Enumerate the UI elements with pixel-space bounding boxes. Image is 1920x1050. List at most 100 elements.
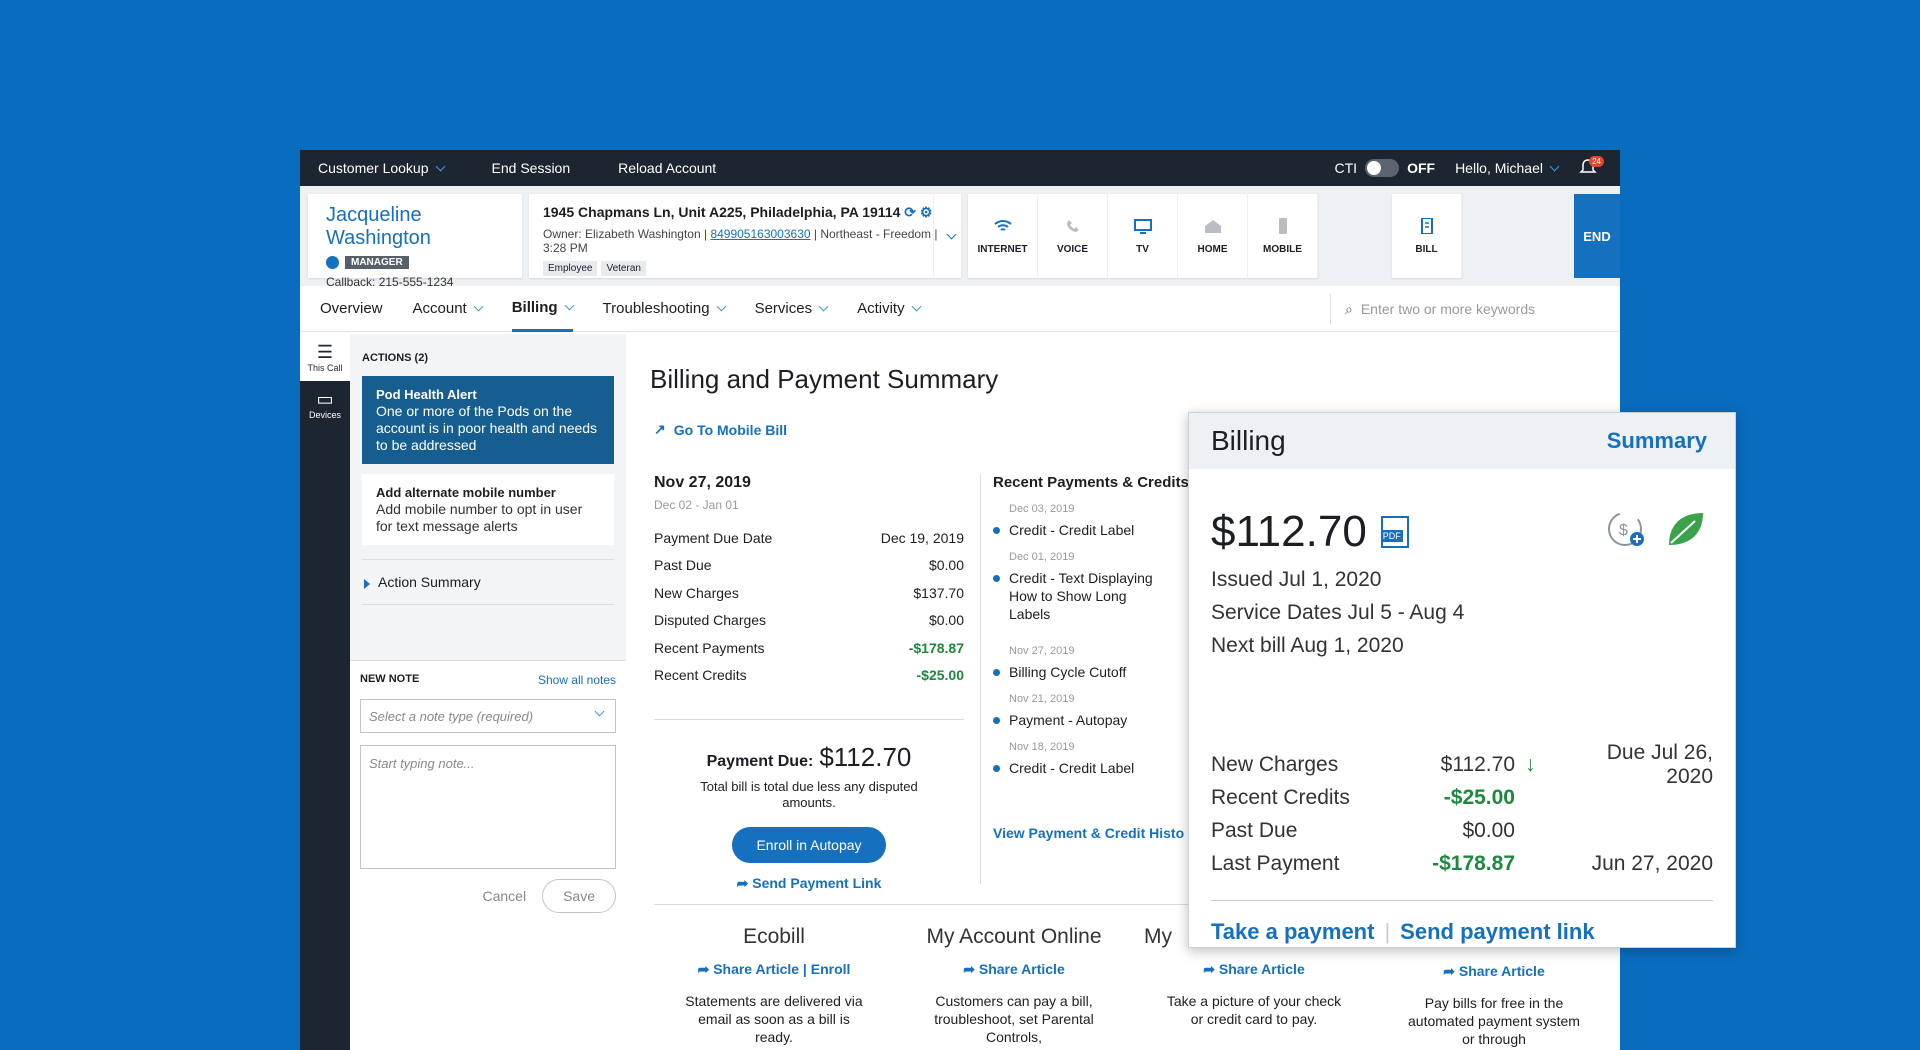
row-value: Dec 19, 2019	[880, 529, 964, 546]
tab-overview[interactable]: Overview	[320, 286, 383, 332]
table-row: Past Due $0.00	[654, 552, 964, 580]
bill-service: BILL	[1392, 194, 1462, 278]
left-rail: ☰ This Call ▭ Devices	[300, 334, 350, 1050]
mobile-bill-label: Go To Mobile Bill	[673, 421, 788, 438]
rail-devices[interactable]: ▭ Devices	[300, 381, 350, 428]
devices-icon: ▭	[316, 389, 334, 409]
tab-billing[interactable]: Billing	[511, 286, 574, 332]
refresh-icon[interactable]: ⟳	[904, 204, 916, 220]
alt-mobile-action[interactable]: Add alternate mobile number Add mobile nu…	[362, 474, 614, 545]
gear-icon[interactable]: ⚙	[920, 204, 933, 220]
address-card: 1945 Chapmans Ln, Unit A225, Philadelphi…	[529, 194, 961, 278]
service-dates: Service Dates Jul 5 - Aug 4	[1211, 601, 1465, 624]
greeting: Hello, Michael	[1455, 160, 1543, 176]
note-type-placeholder: Select a note type (required)	[369, 708, 534, 724]
share-article-link[interactable]: Share Article	[979, 961, 1065, 977]
issued-date: Issued Jul 1, 2020	[1211, 568, 1382, 591]
leaf-icon[interactable]	[1665, 509, 1705, 549]
table-row: Disputed Charges $0.00	[654, 607, 964, 635]
row-label: Recent Credits	[1211, 785, 1350, 809]
popup-footer: Take a payment | Send payment link	[1211, 900, 1713, 945]
chevron-down-icon	[564, 300, 574, 310]
row-value: -$178.87	[908, 639, 964, 656]
cancel-button[interactable]: Cancel	[482, 888, 526, 904]
cti-label: CTI	[1334, 160, 1358, 176]
pod-health-alert[interactable]: Pod Health Alert One or more of the Pods …	[362, 376, 614, 464]
tab-account[interactable]: Account	[412, 286, 484, 332]
enroll-link[interactable]: Enroll	[811, 961, 851, 977]
share-article-link[interactable]: Share Article	[1459, 963, 1545, 979]
row-label: Last Payment	[1211, 851, 1340, 875]
row-label: Past Due	[654, 557, 712, 574]
tab-label: Account	[412, 300, 467, 317]
tab-activity[interactable]: Activity	[857, 286, 922, 332]
row-label: Payment Due Date	[654, 529, 773, 546]
checklist-icon: ☰	[316, 342, 334, 362]
customer-lookup-menu[interactable]: Customer Lookup	[318, 160, 445, 176]
notification-badge: 24	[1589, 156, 1604, 167]
article-title: My Account Online	[926, 925, 1102, 948]
enroll-autopay-button[interactable]: Enroll in Autopay	[732, 827, 886, 863]
tab-label: Overview	[320, 300, 383, 317]
summary-link[interactable]: Summary	[1607, 428, 1707, 454]
row-label: New Charges	[654, 584, 739, 601]
table-row: Last Payment -$178.87 Jun 27, 2020	[1211, 847, 1713, 880]
end-session-button[interactable]: End Session	[492, 160, 571, 176]
row-value: $0.00	[928, 612, 964, 629]
chevron-down-icon	[1549, 161, 1560, 171]
share-icon: ➦	[1203, 961, 1215, 977]
expand-address-button[interactable]	[933, 194, 961, 278]
share-icon: ➦	[697, 961, 710, 977]
note-buttons: Cancel Save	[360, 879, 616, 913]
pdf-icon[interactable]: PDF	[1380, 516, 1409, 548]
article-text: Pay bills for free in the automated paym…	[1408, 995, 1580, 1047]
share-article-link[interactable]: Share Article	[1219, 961, 1305, 977]
service-mobile[interactable]: MOBILE	[1248, 194, 1318, 278]
save-button[interactable]: Save	[542, 879, 616, 913]
services-bar: INTERNET VOICE TV HOME MOBILE	[968, 194, 1318, 278]
autopay-icon[interactable]: $	[1605, 509, 1647, 549]
view-history-link[interactable]: View Payment & Credit Histo	[993, 825, 1220, 841]
note-textarea[interactable]: Start typing note...	[360, 745, 616, 869]
cti-toggle[interactable]	[1365, 159, 1400, 177]
alt-title: Add alternate mobile number	[376, 485, 556, 500]
take-payment-link[interactable]: Take a payment	[1211, 919, 1374, 944]
reload-account-button[interactable]: Reload Account	[618, 160, 716, 176]
row-value: $137.70	[913, 584, 964, 601]
tab-troubleshooting[interactable]: Troubleshooting	[603, 286, 727, 332]
show-all-notes-link[interactable]: Show all notes	[538, 673, 616, 687]
end-button[interactable]: END	[1574, 194, 1620, 278]
tab-services[interactable]: Services	[755, 286, 829, 332]
share-article-link[interactable]: Share Article	[713, 961, 799, 977]
tab-label: Billing	[511, 298, 558, 316]
tab-label: Activity	[857, 300, 905, 317]
note-type-select[interactable]: Select a note type (required)	[360, 699, 616, 733]
popup-info: Issued Jul 1, 2020 Service Dates Jul 5 -…	[1211, 563, 1735, 662]
payment-due-block: Payment Due: $112.70 Total bill is total …	[654, 719, 964, 892]
bell-icon[interactable]: 24	[1578, 156, 1604, 178]
rail-this-call[interactable]: ☰ This Call	[300, 334, 350, 381]
last-payment-date: Jun 27, 2020	[1591, 851, 1713, 875]
customer-name[interactable]: Jacqueline Washington	[326, 204, 522, 250]
table-row: Payment Due Date Dec 19, 2019	[654, 524, 964, 552]
search-input[interactable]: ⌕ Enter two or more keywords	[1330, 294, 1620, 324]
send-payment-link[interactable]: ➦ Send Payment Link	[654, 875, 964, 892]
service-label: INTERNET	[977, 243, 1028, 255]
send-payment-link[interactable]: Send payment link	[1400, 919, 1594, 944]
main-tabs: Overview Account Billing Troubleshooting…	[300, 286, 1620, 332]
user-menu[interactable]: Hello, Michael	[1455, 160, 1560, 176]
service-home[interactable]: HOME	[1178, 194, 1248, 278]
service-voice[interactable]: VOICE	[1038, 194, 1108, 278]
row-value: -$25.00	[1443, 785, 1515, 809]
arrow-down-icon: ↓	[1525, 752, 1536, 776]
tv-icon	[1133, 218, 1152, 234]
bill-summary: Nov 27, 2019 Dec 02 - Jan 01 Payment Due…	[654, 474, 964, 892]
account-number-link[interactable]: 849905163003630	[710, 227, 810, 241]
recent-payments: Recent Payments & Credits Dec 03, 2019 Cr…	[980, 474, 1220, 884]
service-tv[interactable]: TV	[1108, 194, 1178, 278]
service-bill[interactable]: BILL	[1392, 194, 1462, 278]
search-placeholder: Enter two or more keywords	[1360, 301, 1536, 317]
service-internet[interactable]: INTERNET	[968, 194, 1038, 278]
address-text: 1945 Chapmans Ln, Unit A225, Philadelphi…	[543, 204, 901, 220]
action-summary-toggle[interactable]: Action Summary	[362, 559, 614, 605]
